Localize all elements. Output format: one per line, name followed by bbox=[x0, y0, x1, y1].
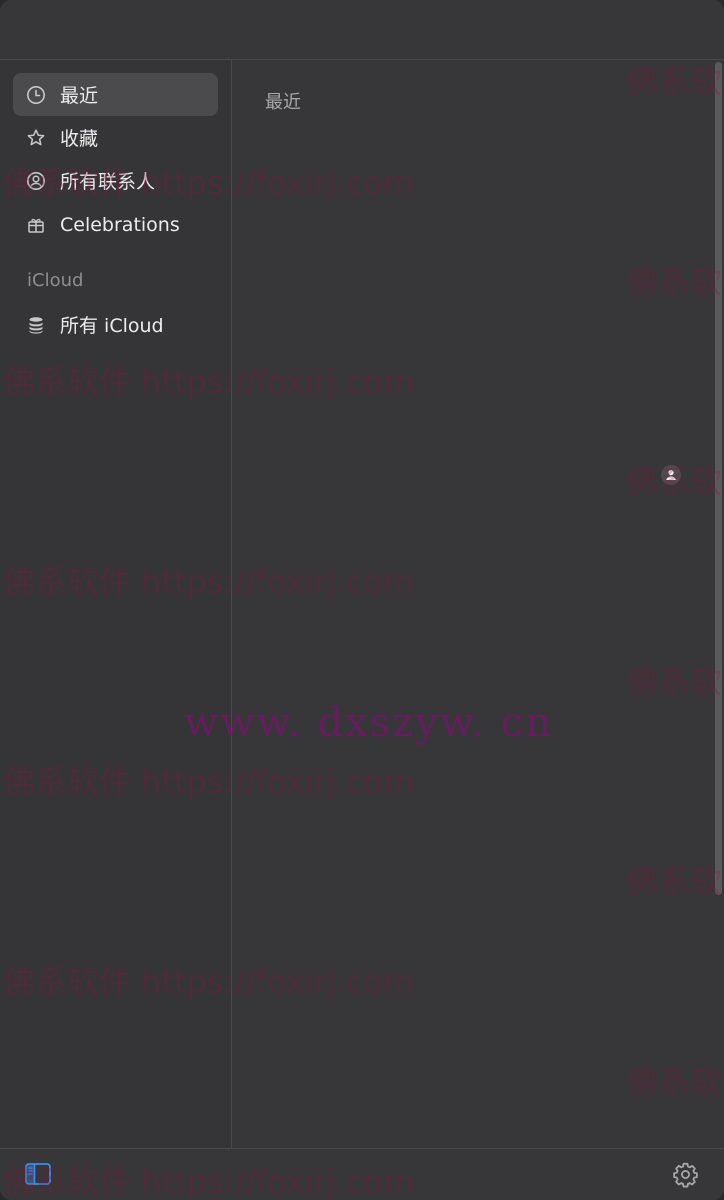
watermark-text: 佛系软 bbox=[626, 863, 723, 901]
sidebar-item-label: 所有 iCloud bbox=[60, 315, 164, 337]
watermark-text: 佛系软件 https://foxirj.com bbox=[3, 1163, 415, 1200]
star-icon bbox=[25, 127, 47, 149]
list-title: 最近 bbox=[265, 92, 301, 113]
watermark-text: 佛系软件 https://foxirj.com bbox=[3, 563, 415, 601]
gift-icon bbox=[25, 214, 47, 236]
title-bar[interactable] bbox=[0, 0, 724, 60]
sidebar-item-label: 收藏 bbox=[60, 128, 99, 150]
watermark-text: 佛系软 bbox=[626, 1063, 723, 1101]
watermark-center: www. dxszyw. cn bbox=[184, 700, 553, 746]
watermark-text: 佛系软件 https://foxirj.com bbox=[3, 763, 415, 801]
watermark-text: 佛系软 bbox=[626, 663, 723, 701]
watermark-text: 佛系软 bbox=[626, 263, 723, 301]
sidebar-item-celebrations[interactable]: Celebrations bbox=[13, 203, 218, 246]
database-icon bbox=[25, 314, 47, 336]
sidebar-item-label: 最近 bbox=[60, 85, 99, 107]
sidebar-item-all-icloud[interactable]: 所有 iCloud bbox=[13, 303, 218, 346]
watermark-text: 佛系软 bbox=[626, 63, 723, 101]
contacts-window: 最近 收藏 所有联系人 Celebrations iCloud 所有 iClou… bbox=[0, 0, 724, 1200]
watermark-text: 佛系软件 https://foxirj.com bbox=[3, 363, 415, 401]
watermark-text: 佛系软件 https://foxirj.com bbox=[3, 963, 415, 1001]
section-header-icloud: iCloud bbox=[27, 270, 84, 291]
watermark-text: 佛系软 bbox=[626, 463, 723, 501]
sidebar-item-favorites[interactable]: 收藏 bbox=[13, 116, 218, 159]
sidebar-item-label: Celebrations bbox=[60, 213, 180, 236]
clock-icon bbox=[25, 84, 47, 106]
sidebar-item-recents[interactable]: 最近 bbox=[13, 73, 218, 116]
watermark-text: 佛系软件 https://foxirj.com bbox=[3, 164, 415, 202]
gear-icon[interactable] bbox=[672, 1161, 699, 1188]
